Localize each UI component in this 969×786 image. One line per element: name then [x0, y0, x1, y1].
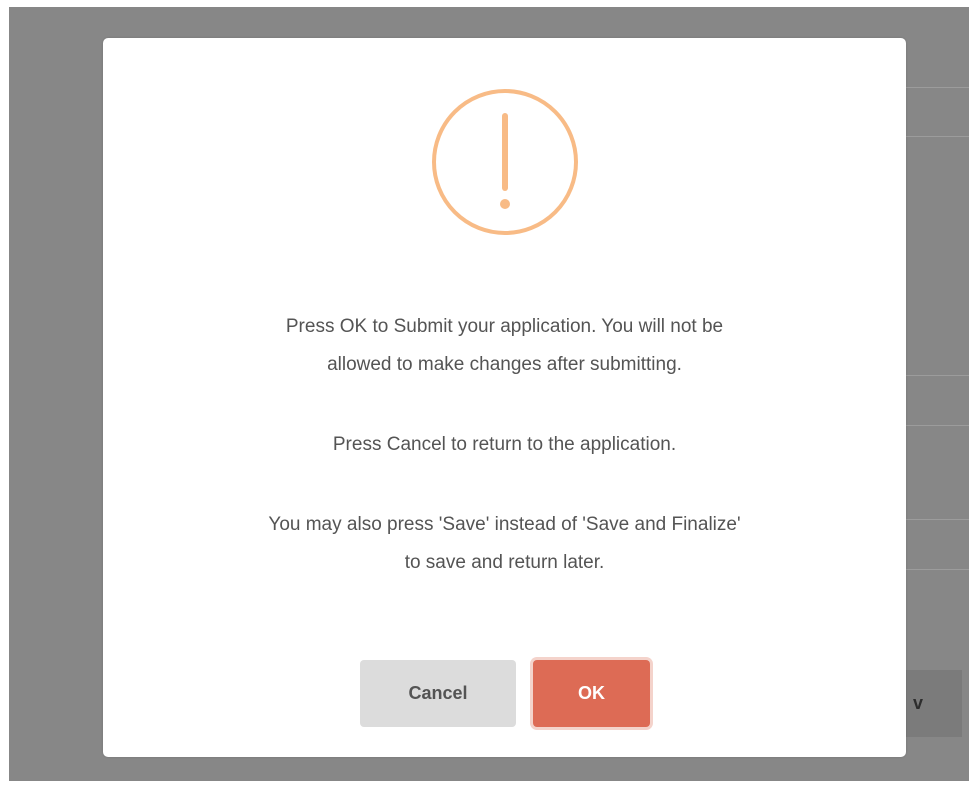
dialog-message-submit: Press OK to Submit your application. You…: [103, 308, 906, 384]
dialog-message-line: to save and return later.: [404, 552, 605, 573]
background-divider: [906, 425, 969, 426]
warning-exclamation-icon: [432, 89, 578, 235]
background-divider: [906, 87, 969, 88]
dialog-message-line: Press OK to Submit your application. You…: [285, 316, 724, 337]
ok-button[interactable]: OK: [533, 660, 650, 727]
dialog-message-cancel: Press Cancel to return to the applicatio…: [103, 426, 906, 464]
background-divider: [906, 136, 969, 137]
background-divider: [906, 375, 969, 376]
confirm-submit-dialog: Press OK to Submit your application. You…: [103, 38, 906, 757]
dialog-message-line: allowed to make changes after submitting…: [327, 354, 682, 375]
cancel-button[interactable]: Cancel: [360, 660, 516, 727]
dialog-message-save: You may also press 'Save' instead of 'Sa…: [103, 506, 906, 582]
dialog-message-line: You may also press 'Save' instead of 'Sa…: [268, 514, 741, 535]
background-divider: [906, 519, 969, 520]
background-divider: [906, 569, 969, 570]
dialog-message-line: Press Cancel to return to the applicatio…: [332, 434, 677, 455]
background-button-label: v: [913, 693, 924, 713]
